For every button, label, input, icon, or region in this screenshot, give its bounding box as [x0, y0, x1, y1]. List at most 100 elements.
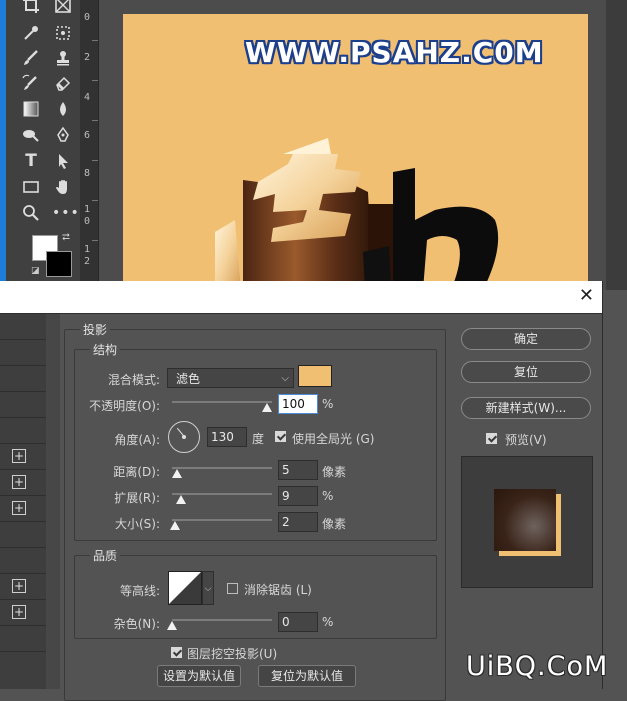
zoom-tool-icon[interactable] [20, 202, 42, 224]
frame-tool-icon[interactable] [52, 0, 74, 16]
style-preview-thumbnail [494, 489, 556, 551]
crop-tool-icon[interactable] [20, 0, 42, 16]
chevron-down-icon: ⌵ [281, 373, 289, 384]
section-title: 投影 [80, 321, 111, 338]
eyedropper-tool-icon[interactable] [20, 22, 42, 44]
set-default-button[interactable]: 设置为默认值 [157, 665, 241, 687]
style-preview-box [461, 456, 593, 588]
preview-label[interactable]: 预览(V) [505, 431, 547, 448]
global-light-label[interactable]: 使用全局光 (G) [292, 430, 374, 447]
ruler-mark: 1 [84, 204, 91, 215]
add-effect-plus-icon[interactable]: + [12, 475, 26, 489]
opacity-slider-thumb[interactable] [262, 403, 272, 412]
knockout-checkbox[interactable] [171, 647, 182, 658]
eraser-tool-icon[interactable] [52, 72, 74, 94]
contour-preview[interactable] [168, 571, 202, 605]
measure-tool-icon[interactable] [52, 22, 74, 44]
list-item[interactable] [0, 366, 46, 392]
preview-checkbox[interactable] [486, 433, 497, 444]
angle-label: 角度(A): [114, 433, 160, 447]
distance-slider-track[interactable] [172, 467, 272, 469]
add-effect-plus-icon[interactable]: + [12, 501, 26, 515]
blur-tool-icon[interactable] [52, 98, 74, 120]
noise-input[interactable]: 0 [278, 612, 318, 632]
tools-panel: T ••• ⮂ ◪ [6, 0, 80, 290]
reset-default-button[interactable]: 复位为默认值 [258, 665, 356, 687]
size-input[interactable]: 2 [278, 512, 318, 532]
antialias-label[interactable]: 消除锯齿 (L) [244, 581, 312, 598]
list-item[interactable] [0, 522, 46, 548]
size-slider-thumb[interactable] [170, 521, 180, 530]
type-tool-icon[interactable]: T [20, 150, 42, 172]
layer-style-dialog: ✕ + + + + + 投影 结构 混合模式: 滤色 ⌵ 不透明度(O): 10… [0, 281, 603, 701]
brush-tool-icon[interactable] [20, 47, 42, 69]
noise-unit: % [322, 615, 334, 629]
global-light-checkbox[interactable] [275, 431, 286, 442]
list-item[interactable]: + [0, 496, 46, 522]
list-item[interactable]: + [0, 574, 46, 600]
list-item[interactable] [0, 392, 46, 418]
opacity-input[interactable]: 100 [278, 394, 318, 414]
chevron-down-icon[interactable]: ⌵ [202, 571, 214, 605]
ruler-mark: 4 [84, 92, 91, 103]
swap-colors-icon[interactable]: ⮂ [62, 232, 70, 243]
size-label: 大小(S): [114, 517, 160, 531]
blend-mode-select[interactable]: 滤色 ⌵ [167, 368, 294, 388]
add-effect-plus-icon[interactable]: + [12, 579, 26, 593]
close-icon[interactable]: ✕ [579, 285, 594, 307]
list-item[interactable] [0, 626, 46, 652]
structure-title: 结构 [90, 341, 121, 358]
noise-slider-thumb[interactable] [167, 621, 177, 630]
size-unit: 像素 [322, 517, 347, 531]
list-item[interactable] [0, 548, 46, 574]
noise-slider-track[interactable] [172, 619, 272, 621]
opacity-slider-track[interactable] [172, 401, 272, 403]
reset-button[interactable]: 复位 [461, 361, 591, 383]
distance-input[interactable]: 5 [278, 460, 318, 480]
ok-button[interactable]: 确定 [461, 328, 591, 350]
path-selection-icon[interactable] [52, 150, 74, 172]
spread-slider-thumb[interactable] [176, 495, 186, 504]
ruler-mark: 2 [84, 256, 91, 267]
spread-label: 扩展(R): [114, 491, 160, 505]
shadow-color-chip[interactable] [298, 365, 332, 387]
spread-slider-track[interactable] [172, 493, 272, 495]
ruler-mark: 6 [84, 130, 91, 141]
artwork-3d-text [215, 138, 499, 290]
pen-tool-icon[interactable] [52, 124, 74, 146]
spread-input[interactable]: 9 [278, 486, 318, 506]
list-item[interactable] [0, 340, 46, 366]
default-colors-icon[interactable]: ◪ [31, 266, 40, 276]
angle-dial[interactable] [168, 421, 200, 453]
size-slider-track[interactable] [172, 519, 272, 521]
dodge-tool-icon[interactable] [20, 124, 42, 146]
knockout-label[interactable]: 图层挖空投影(U) [187, 645, 277, 662]
document-canvas[interactable]: WWW.PSAHZ.C0M [123, 14, 588, 290]
gradient-tool-icon[interactable] [20, 98, 42, 120]
ruler-mark: 8 [84, 168, 91, 179]
opacity-label: 不透明度(O): [89, 399, 160, 413]
list-item[interactable] [0, 314, 46, 340]
more-tools-icon[interactable]: ••• [52, 202, 79, 224]
stamp-tool-icon[interactable] [52, 47, 74, 69]
distance-unit: 像素 [322, 465, 347, 479]
hand-tool-icon[interactable] [52, 176, 74, 198]
add-effect-plus-icon[interactable]: + [12, 605, 26, 619]
canvas-scrollbar[interactable] [606, 0, 627, 290]
background-color-swatch[interactable] [46, 251, 72, 277]
new-style-button[interactable]: 新建样式(W)... [461, 397, 591, 419]
blend-mode-label: 混合模式: [107, 373, 160, 387]
list-item[interactable] [0, 418, 46, 444]
list-item[interactable]: + [0, 444, 46, 470]
angle-input[interactable]: 130 [207, 427, 247, 447]
add-effect-plus-icon[interactable]: + [12, 449, 26, 463]
rectangle-tool-icon[interactable] [20, 176, 42, 198]
site-watermark-logo: UiBQ.CoM [466, 651, 609, 682]
list-item[interactable]: + [0, 600, 46, 626]
styles-list-scrollbar[interactable] [46, 314, 60, 689]
antialias-checkbox[interactable] [227, 583, 238, 594]
dialog-titlebar: ✕ [0, 281, 602, 314]
list-item[interactable]: + [0, 470, 46, 496]
distance-slider-thumb[interactable] [172, 469, 182, 478]
history-brush-icon[interactable] [20, 72, 42, 94]
